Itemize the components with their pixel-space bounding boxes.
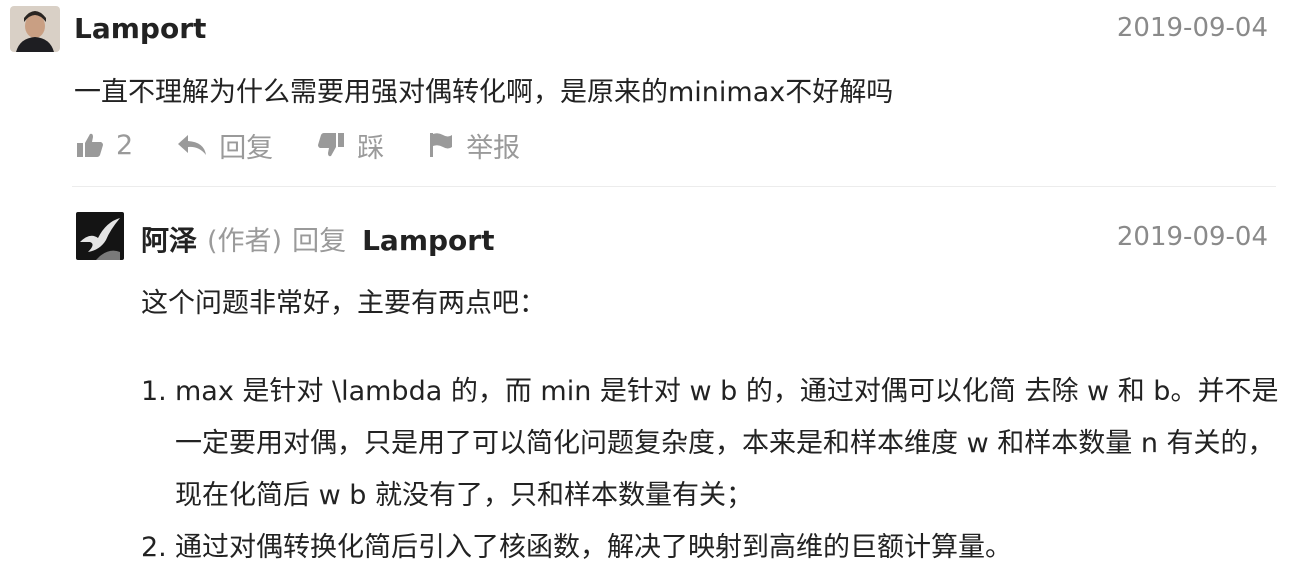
reply-arrow-icon bbox=[178, 135, 207, 155]
list-item-text: 通过对偶转换化简后引入了核函数，解决了映射到高维的巨额计算量。 bbox=[175, 532, 1012, 563]
reply-button[interactable]: 回复 bbox=[177, 126, 273, 165]
comment-date: 2019-09-04 bbox=[1116, 13, 1268, 43]
reply-avatar[interactable] bbox=[76, 212, 124, 260]
list-item-number: 1. bbox=[141, 376, 167, 407]
comment-actions: 2 回复 踩 举报 bbox=[76, 124, 564, 166]
list-item: 2. 通过对偶转换化简后引入了核函数，解决了映射到高维的巨额计算量。 bbox=[141, 522, 1281, 574]
reply-author[interactable]: 阿泽 bbox=[141, 219, 197, 259]
dislike-button[interactable]: 踩 bbox=[317, 126, 384, 165]
divider bbox=[72, 186, 1276, 187]
reply-date: 2019-09-04 bbox=[1116, 222, 1268, 252]
comment-text: 一直不理解为什么需要用强对偶转化啊，是原来的minimax不好解吗 bbox=[74, 77, 894, 108]
list-item-number: 2. bbox=[141, 532, 167, 563]
flag-icon bbox=[430, 133, 453, 157]
report-button[interactable]: 举报 bbox=[428, 126, 520, 165]
list-item: 1. max 是针对 \lambda 的，而 min 是针对 w b 的，通过对… bbox=[141, 366, 1281, 522]
reply-list: 1. max 是针对 \lambda 的，而 min 是针对 w b 的，通过对… bbox=[141, 366, 1281, 574]
avatar[interactable] bbox=[10, 6, 60, 52]
dislike-label: 踩 bbox=[357, 132, 385, 164]
report-label: 举报 bbox=[466, 132, 521, 164]
like-count: 2 bbox=[116, 129, 134, 161]
list-item-text: max 是针对 \lambda 的，而 min 是针对 w b 的，通过对偶可以… bbox=[175, 376, 1279, 511]
reply-target[interactable]: Lamport bbox=[362, 224, 494, 257]
author-tag: (作者) bbox=[207, 226, 283, 257]
reply-intro: 这个问题非常好，主要有两点吧： bbox=[141, 288, 546, 319]
like-button[interactable]: 2 bbox=[76, 130, 133, 161]
thumbs-down-icon bbox=[318, 133, 345, 157]
reply-header: 阿泽 (作者) 回复 Lamport bbox=[141, 219, 494, 259]
reply-verb: 回复 bbox=[292, 226, 347, 257]
reply-label: 回复 bbox=[219, 132, 274, 164]
comment-author[interactable]: Lamport bbox=[74, 12, 206, 45]
thumbs-up-icon bbox=[77, 133, 103, 157]
